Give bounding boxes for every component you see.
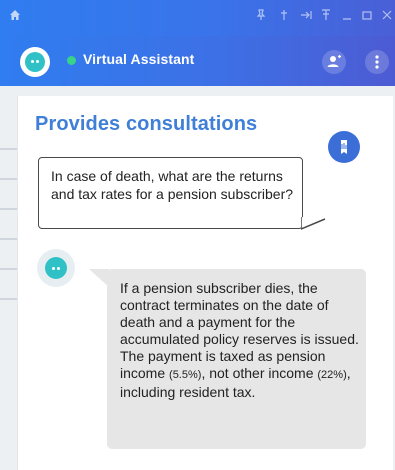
add-user-icon (327, 55, 341, 67)
close-icon[interactable] (382, 9, 392, 27)
tax-rate-other: (22%) (317, 369, 347, 381)
arrow-right-icon[interactable] (300, 9, 312, 27)
user-message-bubble: In case of death, what are the returns a… (38, 157, 303, 229)
section-title: Provides consultations (35, 113, 258, 135)
more-options-button[interactable] (365, 50, 389, 74)
bot-face-icon (25, 52, 45, 72)
bot-message-text: If a pension subscriber dies, the contra… (120, 280, 360, 401)
bot-message-part: , not other income (201, 365, 318, 381)
user-bubble-tail (301, 217, 326, 230)
bot-bubble-tail (89, 269, 109, 287)
bot-avatar (37, 249, 75, 287)
user-avatar (328, 131, 360, 163)
more-vert-icon (375, 55, 379, 69)
online-status-dot (67, 56, 76, 65)
assistant-header: Virtual Assistant (0, 36, 395, 86)
bot-face-icon (45, 257, 67, 279)
chat-panel[interactable]: Provides consultations In case of death,… (17, 96, 393, 470)
bot-avatar (20, 47, 50, 77)
push-pin-icon[interactable] (321, 9, 331, 27)
pin-icon[interactable] (256, 9, 266, 27)
pin-icon[interactable] (279, 9, 289, 27)
window-titlebar (0, 0, 395, 36)
bot-message-bubble: If a pension subscriber dies, the contra… (107, 269, 366, 449)
minimize-icon[interactable] (342, 9, 352, 27)
maximize-icon[interactable] (362, 9, 372, 27)
add-user-button[interactable] (322, 50, 346, 74)
assistant-title: Virtual Assistant (83, 51, 195, 67)
user-message-text: In case of death, what are the returns a… (51, 168, 294, 202)
tax-rate-pension: (5.5%) (169, 369, 202, 381)
home-icon[interactable] (9, 9, 21, 27)
user-hand-icon (339, 140, 347, 154)
